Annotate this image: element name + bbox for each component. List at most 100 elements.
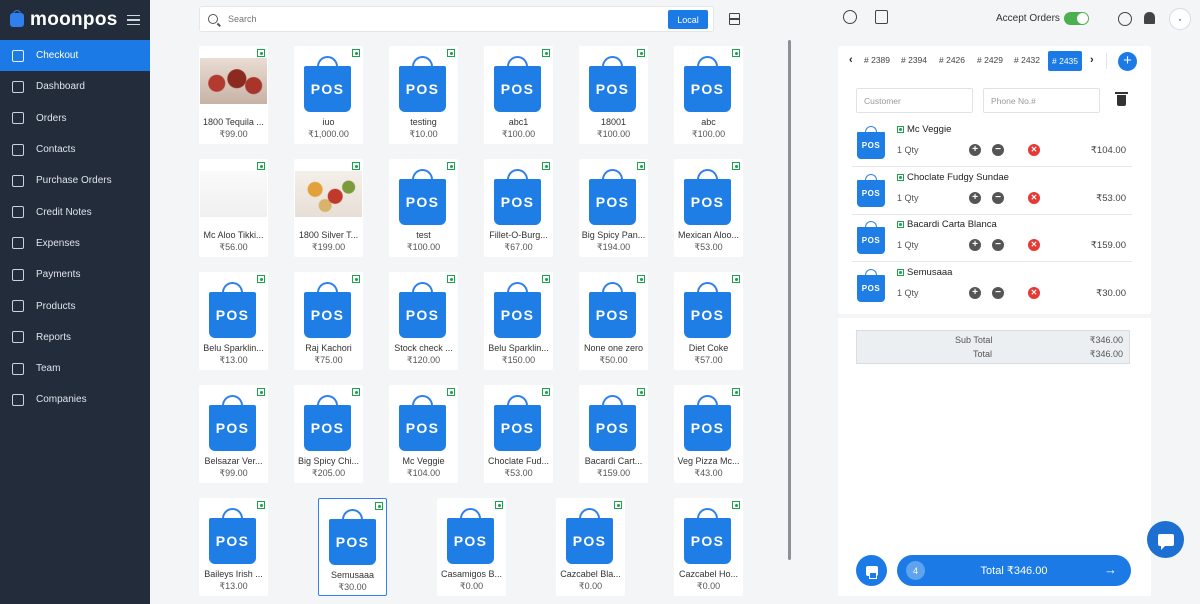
product-card[interactable]: POS Casamigos B... ₹0.00 [437, 498, 506, 596]
decrease-qty-button[interactable]: − [992, 286, 1004, 299]
remove-item-button[interactable]: ✕ [1028, 286, 1040, 299]
product-card[interactable]: POS Raj Kachori ₹75.00 [294, 272, 363, 370]
product-card[interactable]: POS Mexican Aloo... ₹53.00 [674, 159, 743, 257]
product-card[interactable]: POS Cazcabel Bla... ₹0.00 [556, 498, 625, 596]
product-card[interactable]: POS Mc Veggie ₹104.00 [389, 385, 458, 483]
product-card[interactable]: POS Bacardi Cart... ₹159.00 [579, 385, 648, 483]
product-card[interactable]: POS iuo ₹1,000.00 [294, 46, 363, 144]
product-card[interactable]: POS Belsazar Ver... ₹99.00 [199, 385, 268, 483]
settings-dial-icon[interactable] [843, 10, 857, 24]
scrollbar[interactable] [788, 40, 791, 560]
decrease-qty-button[interactable]: − [992, 239, 1004, 251]
decrease-qty-button[interactable]: − [992, 144, 1004, 156]
sidebar-item-reports[interactable]: Reports [0, 322, 150, 353]
order-tab[interactable]: # 2426 [939, 55, 965, 65]
cart-icon [12, 174, 24, 187]
product-card[interactable]: POS abc1 ₹100.00 [484, 46, 553, 144]
avatar[interactable]: ● [1169, 8, 1191, 30]
sidebar-item-label: Credit Notes [36, 206, 92, 218]
veg-indicator-icon [447, 388, 455, 396]
order-tab[interactable]: # 2394 [901, 55, 927, 65]
remove-item-button[interactable]: ✕ [1028, 239, 1040, 251]
product-name: Choclate Fud... [487, 456, 550, 466]
sidebar-item-checkout[interactable]: Checkout [0, 40, 150, 72]
sidebar-item-companies[interactable]: Companies [0, 384, 150, 415]
product-card[interactable]: POS test ₹100.00 [389, 159, 458, 257]
sidebar-item-contacts[interactable]: Contacts [0, 134, 150, 165]
increase-qty-button[interactable]: + [969, 286, 981, 299]
chat-button[interactable] [1147, 521, 1184, 558]
add-order-button[interactable]: + [1118, 52, 1137, 71]
product-card[interactable]: POS testing ₹10.00 [389, 46, 458, 144]
product-card[interactable]: 1800 Silver T... ₹199.00 [294, 159, 363, 257]
product-price: ₹53.00 [694, 242, 723, 252]
sidebar-item-expenses[interactable]: Expenses [0, 228, 150, 259]
product-card[interactable]: POS Belu Sparklin... ₹13.00 [199, 272, 268, 370]
increase-qty-button[interactable]: + [969, 239, 981, 251]
order-tab[interactable]: # 2435 [1048, 51, 1082, 71]
decrease-qty-button[interactable]: − [992, 191, 1004, 204]
sidebar-item-orders[interactable]: Orders [0, 103, 150, 134]
product-card[interactable]: POS Big Spicy Pan... ₹194.00 [579, 159, 648, 257]
remove-item-button[interactable]: ✕ [1028, 144, 1040, 156]
bag-label: POS [304, 292, 351, 338]
sidebar-item-team[interactable]: Team [0, 353, 150, 384]
product-card[interactable]: POS None one zero ₹50.00 [579, 272, 648, 370]
sidebar-item-credit-notes[interactable]: Credit Notes [0, 196, 150, 227]
product-card[interactable]: POS Fillet-O-Burg... ₹67.00 [484, 159, 553, 257]
order-tab[interactable]: # 2389 [864, 55, 890, 65]
cart-item: POS Choclate Fudgy Sundae 1 Qty + − ✕ ₹53.00 [852, 168, 1132, 215]
checkout-total-button[interactable]: 4 Total ₹346.00 → [897, 555, 1131, 586]
product-card[interactable]: POS Choclate Fud... ₹53.00 [484, 385, 553, 483]
customer-input[interactable]: Customer [856, 88, 973, 113]
print-button[interactable] [856, 555, 887, 586]
veg-indicator-icon [257, 388, 265, 396]
bell-icon[interactable] [1144, 12, 1155, 24]
product-card[interactable]: POS Baileys Irish ... ₹13.00 [199, 498, 268, 596]
product-card[interactable]: Mc Aloo Tikki... ₹56.00 [199, 159, 268, 257]
veg-indicator-icon [257, 49, 265, 57]
product-card[interactable]: POS 18001 ₹100.00 [579, 46, 648, 144]
product-price: ₹100.00 [691, 129, 726, 139]
product-card[interactable]: POS Stock check ... ₹120.00 [389, 272, 458, 370]
phone-input[interactable]: Phone No.# [983, 88, 1100, 113]
veg-indicator-icon [732, 162, 740, 170]
trash-icon[interactable] [1115, 92, 1128, 106]
sidebar-item-products[interactable]: Products [0, 290, 150, 321]
pos-bag-icon: POS [566, 508, 613, 564]
local-scope-button[interactable]: Local [668, 10, 708, 29]
veg-indicator-icon [447, 162, 455, 170]
product-card[interactable]: POS Semusaaa ₹30.00 [318, 498, 387, 596]
product-card[interactable]: POS Veg Pizza Mc... ₹43.00 [674, 385, 743, 483]
product-card[interactable]: 1800 Tequila ... ₹99.00 [199, 46, 268, 144]
sidebar-item-dashboard[interactable]: Dashboard [0, 71, 150, 102]
search-input[interactable] [228, 14, 648, 24]
chevron-left-icon[interactable]: ‹ [849, 54, 853, 66]
product-card[interactable]: POS Belu Sparklin... ₹150.00 [484, 272, 553, 370]
order-tab[interactable]: # 2432 [1014, 55, 1040, 65]
order-tab[interactable]: # 2429 [977, 55, 1003, 65]
accept-orders-toggle[interactable] [1064, 12, 1089, 25]
product-card[interactable]: POS Diet Coke ₹57.00 [674, 272, 743, 370]
sidebar-item-payments[interactable]: Payments [0, 259, 150, 290]
product-card[interactable]: POS Cazcabel Ho... ₹0.00 [674, 498, 743, 596]
remove-item-button[interactable]: ✕ [1028, 191, 1040, 204]
product-price: ₹50.00 [599, 355, 628, 365]
chevron-right-icon[interactable]: › [1090, 54, 1094, 66]
bag-label: POS [494, 179, 541, 225]
increase-qty-button[interactable]: + [969, 144, 981, 156]
store-icon[interactable] [875, 10, 888, 24]
product-card[interactable]: POS Big Spicy Chi... ₹205.00 [294, 385, 363, 483]
product-image [200, 58, 267, 104]
increase-qty-button[interactable]: + [969, 191, 981, 204]
layout-toggle-icon[interactable] [729, 13, 740, 25]
product-card[interactable]: POS abc ₹100.00 [674, 46, 743, 144]
pos-bag-icon: POS [304, 282, 351, 338]
product-name: Fillet-O-Burg... [489, 230, 548, 240]
pos-bag-icon: POS [684, 282, 731, 338]
sidebar-item-purchase-orders[interactable]: Purchase Orders [0, 165, 150, 196]
gear-icon[interactable] [1118, 12, 1132, 26]
product-price: ₹67.00 [504, 242, 533, 252]
menu-toggle-icon[interactable] [127, 14, 140, 26]
totals-panel: Sub Total ₹346.00 Total ₹346.00 4 Total … [838, 318, 1151, 596]
